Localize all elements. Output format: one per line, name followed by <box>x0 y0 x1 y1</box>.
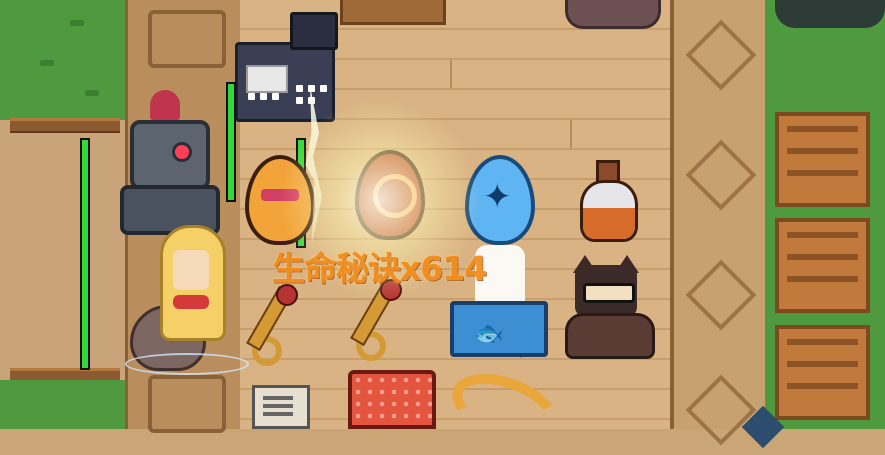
cat-shopkeeper-icon[interactable] <box>565 255 660 360</box>
grass-area-left <box>0 0 125 120</box>
rock-top-right <box>775 0 885 28</box>
grass-area-bottom-left <box>0 380 125 429</box>
carved-column-right <box>670 0 773 446</box>
knight-icon[interactable] <box>110 90 230 240</box>
shelf-top <box>340 0 446 25</box>
mermaid-icon[interactable] <box>125 225 249 375</box>
wooden-crate <box>775 112 870 207</box>
health-bar-left-ally <box>80 138 90 370</box>
red-book-icon[interactable] <box>348 370 436 429</box>
fence-top <box>10 118 120 133</box>
pot-top <box>565 0 661 29</box>
notebook-icon[interactable] <box>252 385 310 429</box>
reward-popup-text: 生命秘诀x614 <box>272 249 487 288</box>
wooden-crate <box>775 218 870 313</box>
potion-icon[interactable] <box>580 160 638 242</box>
wooden-crate <box>775 325 870 420</box>
